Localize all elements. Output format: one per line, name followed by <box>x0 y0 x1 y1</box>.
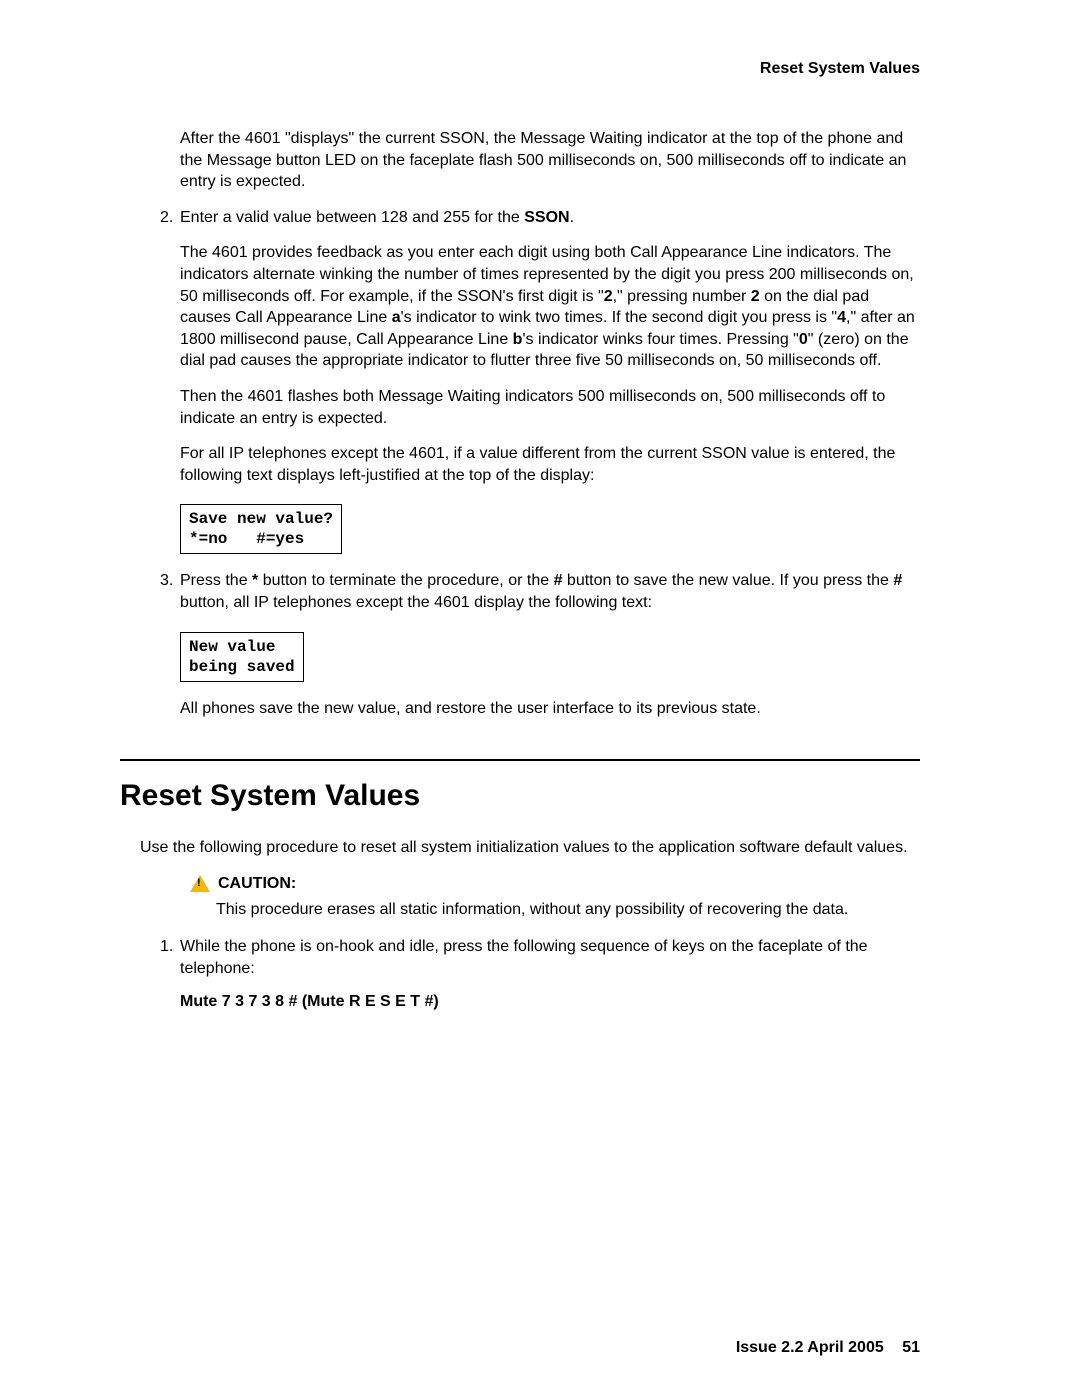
caution-icon <box>190 875 210 892</box>
paragraph: Use the following procedure to reset all… <box>140 837 920 859</box>
paragraph: After the 4601 "displays" the current SS… <box>180 128 920 193</box>
text: button to save the new value. If you pre… <box>562 572 893 589</box>
text: 's indicator to wink two times. If the s… <box>401 309 837 326</box>
bold-digit: 4 <box>837 309 846 326</box>
caution-body: This procedure erases all static informa… <box>216 899 920 921</box>
step-text: While the phone is on-hook and idle, pre… <box>180 936 920 979</box>
paragraph: The 4601 provides feedback as you enter … <box>180 242 920 372</box>
step-number: 1. <box>160 936 180 979</box>
bold-digit: 2 <box>604 288 613 305</box>
caution-heading: CAUTION: <box>190 875 920 893</box>
paragraph: Then the 4601 flashes both Message Waiti… <box>180 386 920 429</box>
text: Enter a valid value between 128 and 255 … <box>180 209 524 226</box>
page-footer: Issue 2.2 April 2005 51 <box>736 1339 920 1357</box>
display-box-new-value-saved: New value being saved <box>180 632 304 682</box>
step-number: 3. <box>160 570 180 613</box>
step-text: Press the * button to terminate the proc… <box>180 570 920 613</box>
page: Reset System Values After the 4601 "disp… <box>0 0 1080 1397</box>
text: Press the <box>180 572 252 589</box>
page-number: 51 <box>902 1339 920 1356</box>
display-box-save-new-value: Save new value? *=no #=yes <box>180 504 342 554</box>
step-3: 3. Press the * button to terminate the p… <box>160 570 920 613</box>
text: button to terminate the procedure, or th… <box>258 572 553 589</box>
step-number: 2. <box>160 207 180 229</box>
bold-line-b: b <box>513 331 523 348</box>
bold-digit: 0 <box>799 331 808 348</box>
reset-step-1: 1. While the phone is on-hook and idle, … <box>160 936 920 979</box>
step-2: 2. Enter a valid value between 128 and 2… <box>160 207 920 229</box>
paragraph: For all IP telephones except the 4601, i… <box>180 443 920 486</box>
bold-digit: 2 <box>751 288 760 305</box>
issue-date: Issue 2.2 April 2005 <box>736 1339 884 1356</box>
text: . <box>570 209 574 226</box>
text: ," pressing number <box>613 288 751 305</box>
key-sequence: Mute 7 3 7 3 8 # (Mute R E S E T #) <box>180 993 920 1011</box>
bold-line-a: a <box>392 309 401 326</box>
paragraph: All phones save the new value, and resto… <box>180 698 920 720</box>
bold-term: SSON <box>524 209 569 226</box>
section-heading: Reset System Values <box>120 779 920 813</box>
running-header: Reset System Values <box>120 60 920 78</box>
step-text: Enter a valid value between 128 and 255 … <box>180 207 920 229</box>
bold-key: # <box>893 572 902 589</box>
text: 's indicator winks four times. Pressing … <box>522 331 798 348</box>
text: button, all IP telephones except the 460… <box>180 594 652 611</box>
caution-label: CAUTION: <box>218 875 296 893</box>
section-rule <box>120 759 920 761</box>
